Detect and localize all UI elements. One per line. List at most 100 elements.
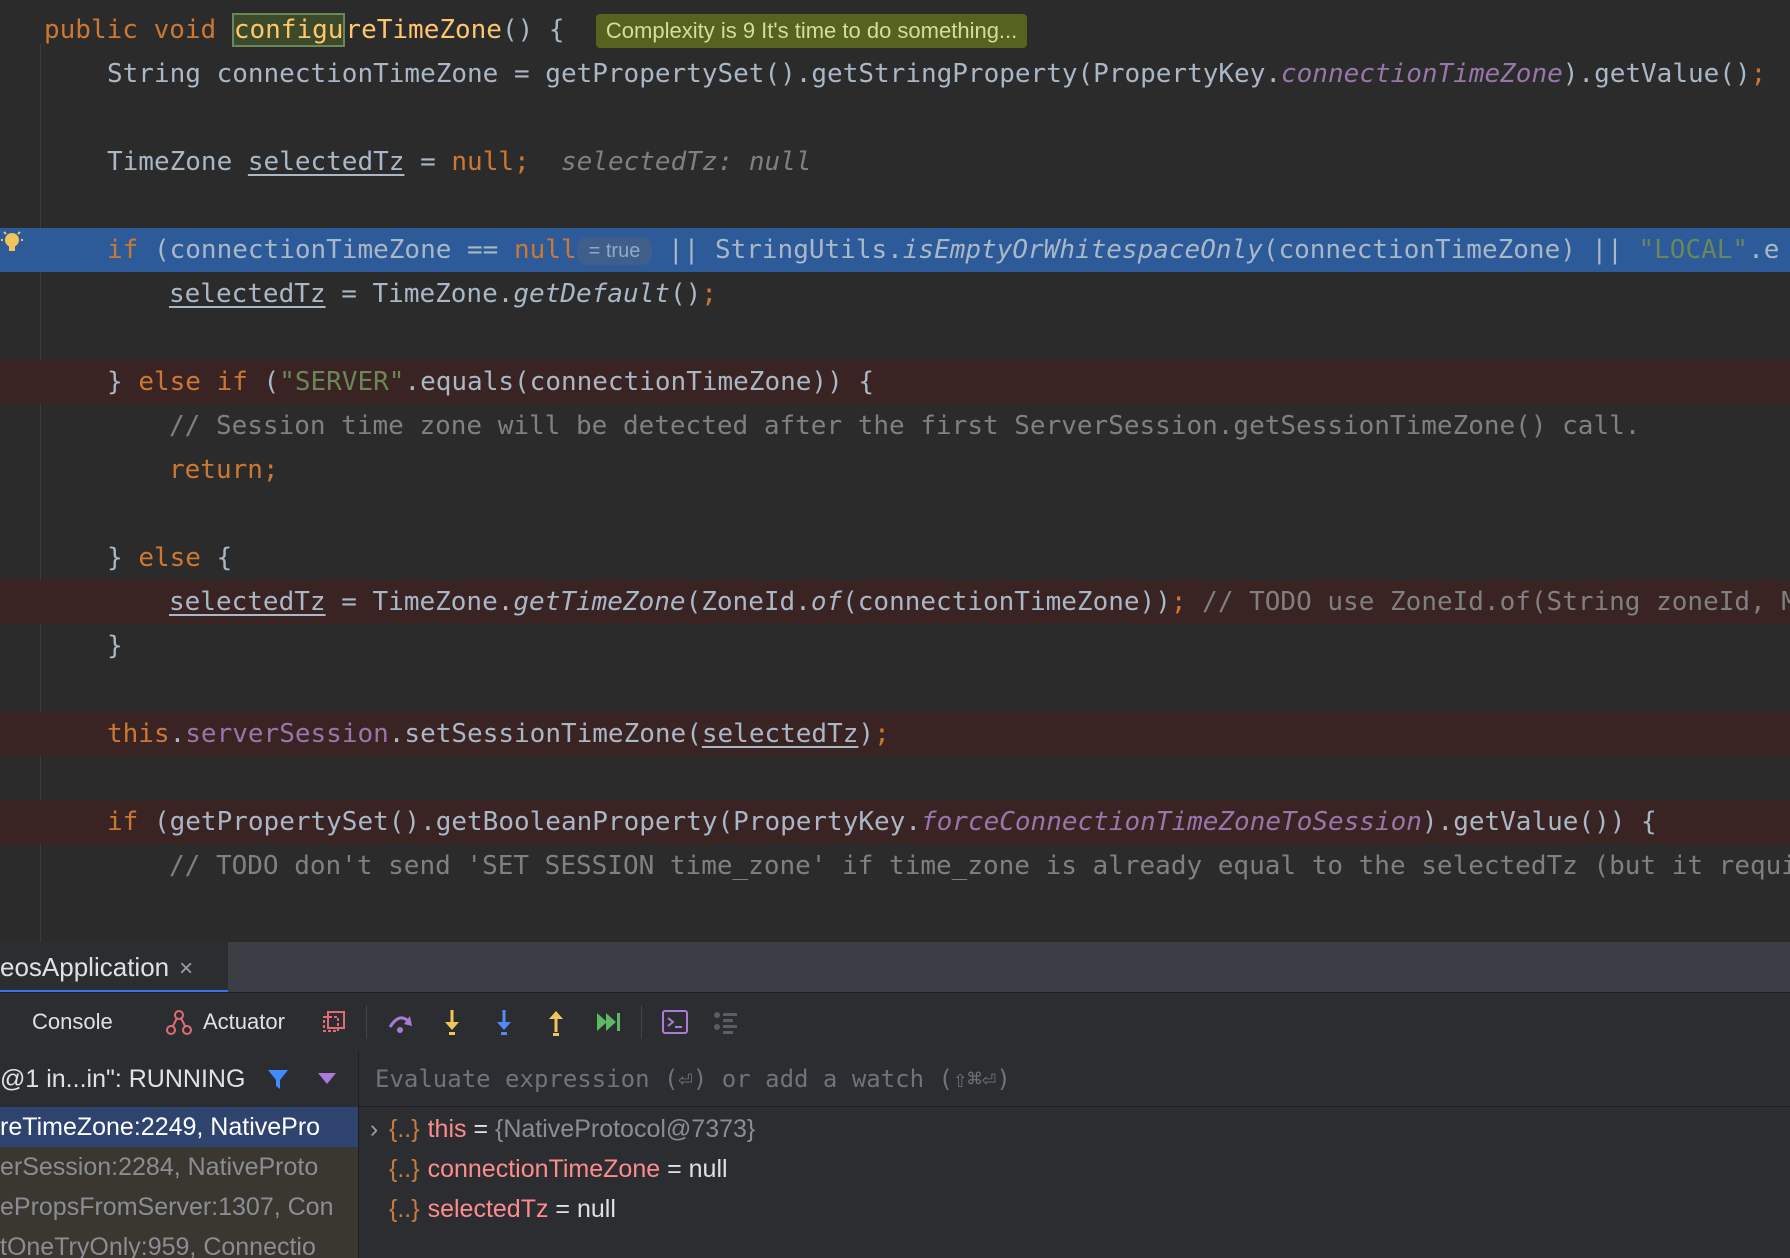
actuator-icon	[166, 1010, 192, 1035]
method-ref: isEmptyOrWhitespaceOnly	[902, 235, 1263, 265]
object-icon: {..}	[389, 1115, 420, 1143]
code-line-breakpoint[interactable]: this.serverSession.setSessionTimeZone(se…	[0, 712, 1790, 756]
code-line[interactable]: }	[0, 624, 1790, 668]
string-literal: "LOCAL"	[1638, 235, 1749, 265]
step-out-icon[interactable]	[541, 1007, 571, 1037]
stop-frame-icon[interactable]	[320, 1007, 350, 1037]
code-line-comment[interactable]: // Session time zone will be detected af…	[0, 404, 1790, 448]
code-line[interactable]: return;	[0, 448, 1790, 492]
filter-icon[interactable]	[266, 1067, 290, 1091]
inline-value-hint: = true	[576, 236, 653, 265]
method-ref: getDefault	[513, 279, 670, 309]
code-text: {	[200, 543, 233, 573]
debug-session-tab[interactable]: eosApplication ×	[0, 942, 228, 992]
thread-label: @1 in...in": RUNNING	[0, 1065, 246, 1093]
code-text: (ZoneId.	[685, 587, 811, 617]
variable-row[interactable]: {..} selectedTz = null	[359, 1189, 616, 1229]
force-step-into-icon[interactable]	[489, 1007, 519, 1037]
comment-text: // TODO use ZoneId.of(String zoneId, M	[1186, 587, 1790, 617]
code-line-breakpoint[interactable]: } else if ("SERVER".equals(connectionTim…	[0, 360, 1790, 404]
thread-selector[interactable]: @1 in...in": RUNNING	[0, 1051, 358, 1108]
code-line[interactable]: TimeZone selectedTz = null; selectedTz: …	[0, 140, 1790, 184]
comment-text: // Session time zone will be detected af…	[169, 411, 1641, 441]
code-line[interactable]: selectedTz = TimeZone.getDefault();	[0, 272, 1790, 316]
console-tab[interactable]: Console	[32, 993, 113, 1051]
keyword-text: else	[138, 543, 201, 573]
evaluate-expression-input[interactable]: Evaluate expression (⏎) or add a watch (…	[359, 1051, 1790, 1107]
watches-icon[interactable]	[711, 1007, 741, 1037]
close-icon[interactable]: ×	[179, 955, 193, 982]
keyword-text: null	[514, 235, 577, 265]
inline-debug-value: selectedTz: null	[561, 147, 812, 177]
equals-sign: =	[660, 1155, 689, 1183]
semicolon: ;	[874, 719, 890, 749]
stack-frame[interactable]: erSession:2284, NativeProto	[0, 1147, 358, 1187]
actuator-tab[interactable]: Actuator	[203, 993, 285, 1051]
step-over-icon[interactable]	[385, 1007, 415, 1037]
lightbulb-icon[interactable]	[0, 229, 24, 259]
code-text: () {	[501, 15, 565, 45]
code-line-comment[interactable]: // TODO don't send 'SET SESSION time_zon…	[0, 844, 1790, 888]
code-text: = TimeZone.	[325, 279, 514, 309]
variable-ref: selectedTz	[247, 147, 405, 177]
step-into-icon[interactable]	[437, 1007, 467, 1037]
keyword-text: public void	[44, 15, 232, 45]
code-text: .	[169, 719, 186, 749]
comment-text: // TODO don't send 'SET SESSION time_zon…	[169, 851, 1790, 881]
field-ref: forceConnectionTimeZoneToSession	[920, 807, 1422, 837]
keyword-text: null	[451, 147, 515, 177]
code-text: }	[107, 631, 123, 661]
semicolon: ;	[1170, 587, 1187, 617]
code-text: }	[107, 543, 139, 573]
object-icon: {..}	[389, 1195, 420, 1223]
variable-value: null	[688, 1155, 728, 1183]
code-line-execution-point[interactable]: if (connectionTimeZone == null = true || …	[0, 228, 1790, 272]
field-ref: connectionTimeZone	[1281, 59, 1563, 89]
variable-value: {NativeProtocol@7373}	[495, 1115, 756, 1143]
method-ref: of	[810, 587, 843, 617]
keyword-text: else if	[138, 367, 248, 397]
code-text: .e	[1748, 235, 1780, 265]
toolbar-separator	[366, 1005, 367, 1039]
variable-value: null	[576, 1195, 616, 1223]
keyword-text: if	[107, 235, 139, 265]
code-text: (connectionTimeZone))	[842, 587, 1171, 617]
expand-arrow-icon[interactable]: ›	[359, 1109, 389, 1149]
keyword-text: this	[107, 719, 170, 749]
code-text: (connectionTimeZone ==	[138, 235, 514, 265]
code-line[interactable]: String connectionTimeZone = getPropertyS…	[0, 52, 1790, 96]
stack-frame[interactable]: reTimeZone:2249, NativePro	[0, 1107, 358, 1147]
keyword-text: if	[107, 807, 139, 837]
variable-row[interactable]: {..} connectionTimeZone = null	[359, 1149, 728, 1189]
code-line-method-signature[interactable]: public void configureTimeZone() { Comple…	[0, 8, 1790, 52]
dropdown-arrow-icon[interactable]	[318, 1073, 336, 1085]
code-line-breakpoint[interactable]: if (getPropertySet().getBooleanProperty(…	[0, 800, 1790, 844]
toolbar-separator	[641, 1005, 642, 1039]
code-text: .setSessionTimeZone(	[388, 719, 702, 749]
code-text: (getPropertySet().getBooleanProperty(Pro…	[138, 807, 921, 837]
code-line-breakpoint[interactable]: selectedTz = TimeZone.getTimeZone(ZoneId…	[0, 580, 1790, 624]
stack-frame[interactable]: tOneTryOnly:959, Connectio	[0, 1227, 358, 1258]
code-text: }	[107, 367, 139, 397]
code-text: ()	[669, 279, 702, 309]
semicolon: ;	[514, 147, 530, 177]
code-line[interactable]: } else {	[0, 536, 1790, 580]
semicolon: ;	[1750, 59, 1767, 89]
code-text: = TimeZone.	[325, 587, 514, 617]
field-ref: serverSession	[185, 719, 389, 749]
method-name-highlight: configu	[231, 13, 346, 47]
variable-name: selectedTz	[427, 1195, 549, 1223]
variable-name: this	[427, 1115, 467, 1143]
method-name: reTimeZone	[345, 15, 502, 45]
run-to-cursor-icon[interactable]	[593, 1007, 623, 1037]
tab-label: eosApplication	[0, 952, 170, 982]
code-editor[interactable]: public void configureTimeZone() { Comple…	[0, 0, 1790, 942]
evaluate-icon[interactable]	[660, 1007, 690, 1037]
complexity-hint-badge[interactable]: Complexity is 9 It's time to do somethin…	[595, 13, 1028, 48]
code-text: =	[404, 147, 452, 177]
variables-panel: Evaluate expression (⏎) or add a watch (…	[359, 1051, 1790, 1258]
stack-frame[interactable]: ePropsFromServer:1307, Con	[0, 1187, 358, 1227]
code-text: String connectionTimeZone = getPropertyS…	[107, 59, 1281, 89]
variable-row[interactable]: › {..} this = {NativeProtocol@7373}	[359, 1109, 755, 1149]
method-ref: getTimeZone	[513, 587, 686, 617]
